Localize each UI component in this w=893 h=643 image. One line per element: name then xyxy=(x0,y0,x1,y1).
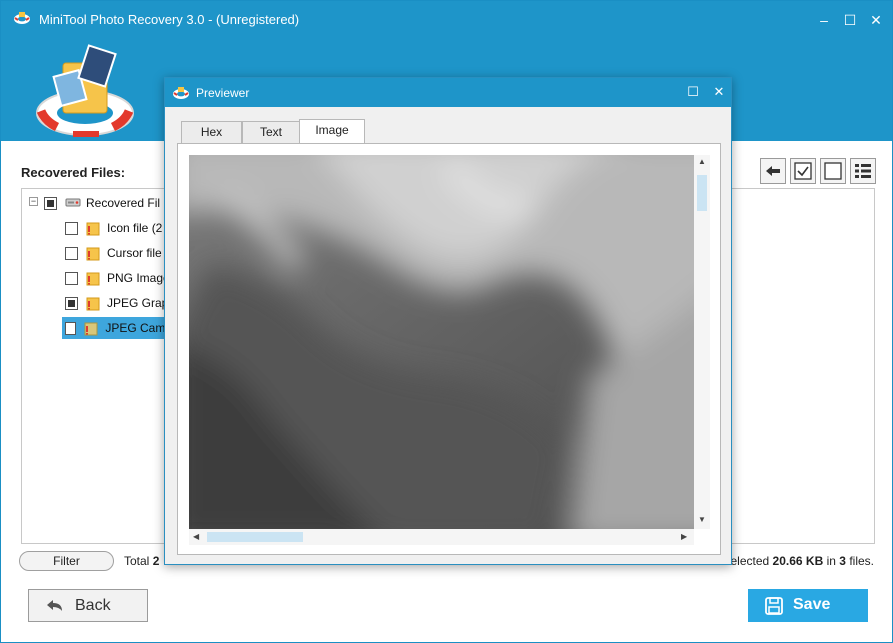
folder-icon xyxy=(86,271,100,286)
tree-item[interactable]: Icon file (2 xyxy=(65,217,162,239)
lifebuoy-icon xyxy=(13,11,31,25)
tree-item-label: JPEG Grap xyxy=(107,296,169,310)
lifebuoy-icon xyxy=(172,86,190,103)
selected-mid: in xyxy=(826,554,836,568)
tree-root[interactable]: Recovered Fil xyxy=(44,192,160,214)
uncheck-all-button[interactable] xyxy=(820,158,846,184)
back-arrow-icon xyxy=(766,166,780,176)
selected-suffix: files. xyxy=(849,554,874,568)
preview-image xyxy=(189,155,694,529)
close-button[interactable]: ✕ xyxy=(865,9,887,31)
scroll-right-icon[interactable]: ▶ xyxy=(681,532,687,541)
previewer-body: Hex Text Image ▲ ▼ ◀ ▶ xyxy=(165,107,731,564)
tree-item-label: JPEG Came xyxy=(105,321,172,335)
selected-size: 20.66 KB xyxy=(772,554,824,568)
tree-item[interactable]: Cursor file xyxy=(65,242,162,264)
drive-icon xyxy=(65,196,81,211)
tree-root-label: Recovered Fil xyxy=(86,196,161,210)
previewer-dialog: Previewer ☐ ✕ Hex Text Image ▲ ▼ ◀ ▶ xyxy=(164,77,732,565)
recovered-files-label: Recovered Files: xyxy=(21,165,126,180)
item-checkbox[interactable] xyxy=(65,246,78,260)
main-window: MiniTool Photo Recovery 3.0 - (Unregiste… xyxy=(0,0,893,643)
save-button[interactable]: Save xyxy=(748,589,868,622)
app-logo xyxy=(23,41,153,141)
check-all-icon xyxy=(794,162,812,180)
total-summary: Total 2 xyxy=(124,554,159,568)
selected-summary: elected 20.66 KB in 3 files. xyxy=(731,554,875,568)
folder-icon xyxy=(86,221,100,236)
tree-item[interactable]: JPEG Grap xyxy=(65,292,168,314)
folder-icon xyxy=(84,321,98,336)
tree-item-selected[interactable]: JPEG Came xyxy=(62,317,172,339)
previewer-title: Previewer xyxy=(196,86,250,100)
window-title: MiniTool Photo Recovery 3.0 - (Unregiste… xyxy=(39,12,300,27)
root-checkbox[interactable] xyxy=(44,196,57,210)
item-checkbox[interactable] xyxy=(65,296,78,310)
scroll-left-icon[interactable]: ◀ xyxy=(193,532,199,541)
folder-icon xyxy=(86,246,100,261)
save-label: Save xyxy=(793,596,831,613)
filter-button[interactable]: Filter xyxy=(19,551,114,571)
horizontal-scroll-thumb[interactable] xyxy=(207,532,303,542)
tree-item[interactable]: PNG Image xyxy=(65,267,170,289)
previewer-maximize-button[interactable]: ☐ xyxy=(683,82,703,102)
undo-arrow-icon xyxy=(47,600,62,611)
collapse-toggle[interactable]: − xyxy=(29,197,38,206)
minimize-button[interactable]: – xyxy=(813,9,835,31)
selected-count: 3 xyxy=(839,554,846,568)
back-label: Back xyxy=(75,597,111,614)
total-value: 2 xyxy=(152,554,160,568)
title-bar: MiniTool Photo Recovery 3.0 - (Unregiste… xyxy=(1,1,892,37)
tab-text[interactable]: Text xyxy=(242,121,300,143)
horizontal-scrollbar[interactable]: ◀ ▶ xyxy=(189,529,694,545)
maximize-button[interactable]: ☐ xyxy=(839,9,861,31)
list-view-button[interactable] xyxy=(850,158,876,184)
scroll-up-icon[interactable]: ▲ xyxy=(698,157,706,166)
scroll-down-icon[interactable]: ▼ xyxy=(698,515,706,524)
item-checkbox[interactable] xyxy=(65,271,78,285)
floppy-disk-icon xyxy=(765,597,783,615)
item-checkbox[interactable] xyxy=(65,321,77,335)
tree-item-label: Cursor file xyxy=(107,246,162,260)
folder-icon xyxy=(86,296,100,311)
tab-content: ▲ ▼ ◀ ▶ xyxy=(177,143,721,555)
uncheck-all-icon xyxy=(824,162,842,180)
item-checkbox[interactable] xyxy=(65,221,78,235)
selected-prefix: elected xyxy=(730,554,770,568)
tree-item-label: Icon file (2 xyxy=(107,221,163,235)
check-all-button[interactable] xyxy=(790,158,816,184)
back-arrow-button[interactable] xyxy=(760,158,786,184)
tree-item-label: PNG Image xyxy=(107,271,170,285)
tab-hex[interactable]: Hex xyxy=(181,121,242,143)
previewer-close-button[interactable]: ✕ xyxy=(709,82,729,102)
vertical-scroll-thumb[interactable] xyxy=(697,175,707,211)
list-view-icon xyxy=(855,164,871,178)
back-button[interactable]: Back xyxy=(28,589,148,622)
vertical-scrollbar[interactable]: ▲ ▼ xyxy=(694,155,710,529)
total-prefix: Total xyxy=(124,554,150,568)
previewer-title-bar[interactable]: Previewer ☐ ✕ xyxy=(165,78,731,107)
tab-image[interactable]: Image xyxy=(299,119,365,143)
